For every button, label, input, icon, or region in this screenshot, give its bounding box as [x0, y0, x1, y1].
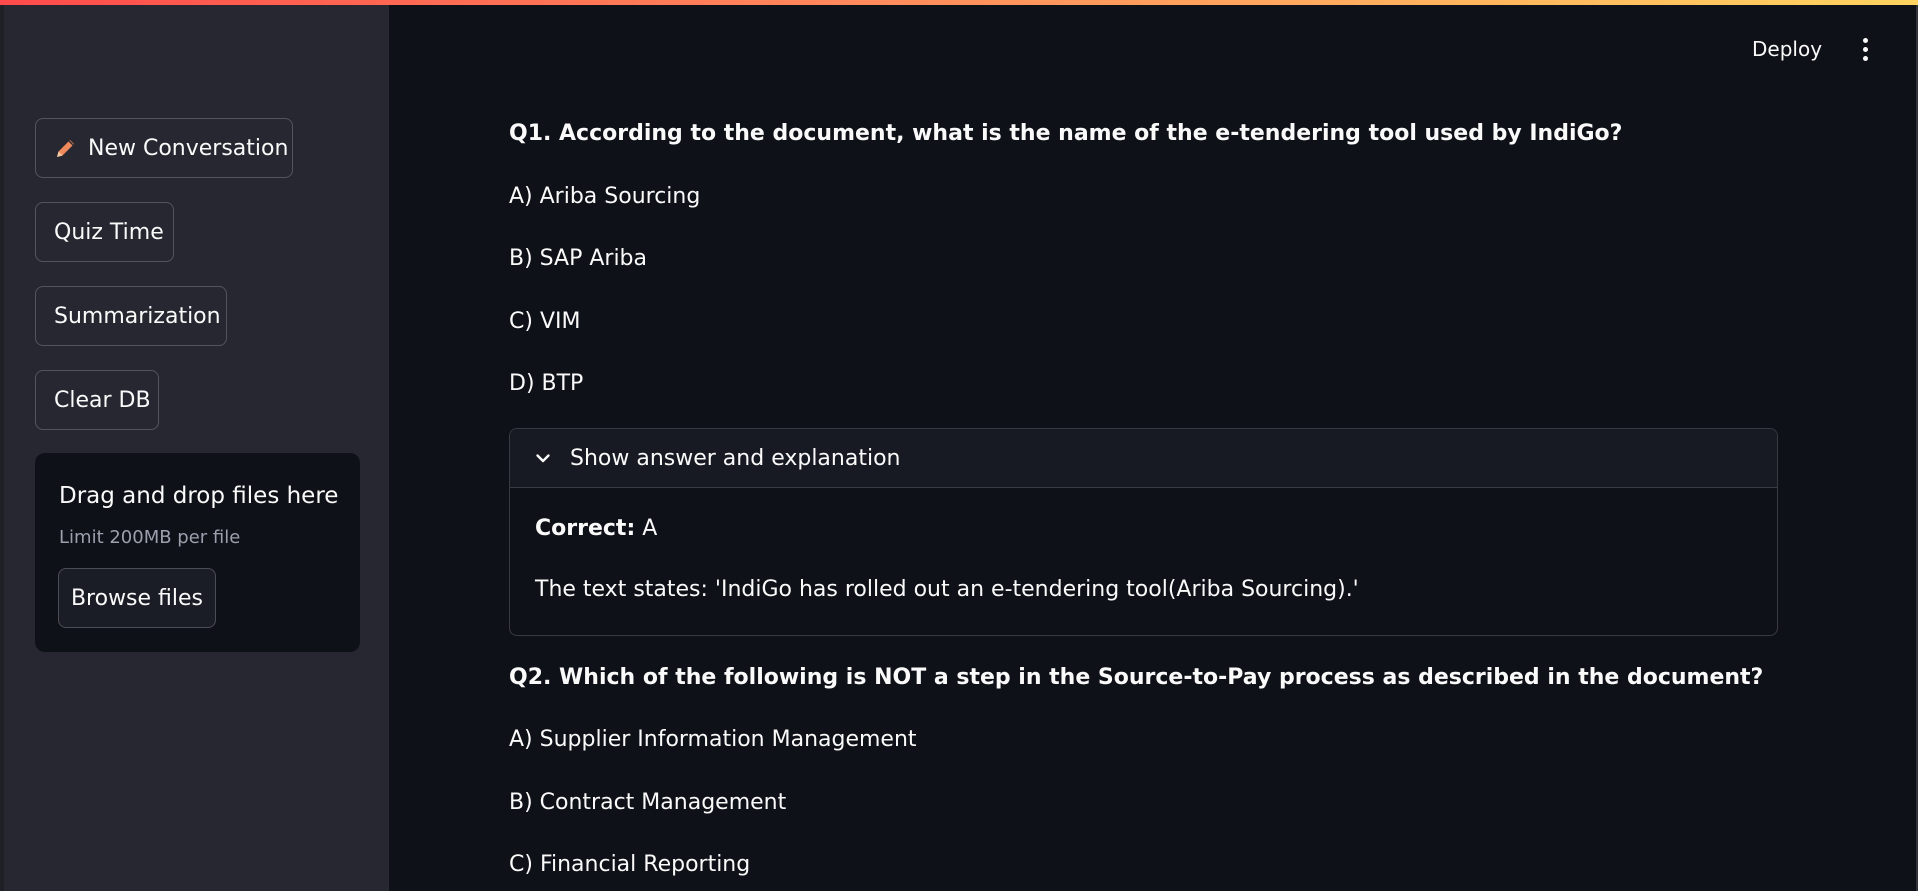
question-1-title: Q1. According to the document, what is t… — [509, 121, 1623, 146]
dropzone-title: Drag and drop files here — [59, 483, 339, 509]
clear-db-label: Clear DB — [54, 387, 151, 413]
answer-expander-toggle[interactable]: Show answer and explanation — [510, 429, 1777, 488]
sidebar: New Conversation Quiz Time Summarization… — [0, 0, 389, 891]
question-2-option-b: B) Contract Management — [509, 790, 787, 815]
top-accent-bar — [0, 0, 1918, 5]
kebab-vertical-icon[interactable] — [1854, 34, 1876, 64]
question-1-option-b: B) SAP Ariba — [509, 246, 648, 271]
question-2-option-a: A) Supplier Information Management — [509, 727, 917, 752]
question-1-option-a: A) Ariba Sourcing — [509, 184, 701, 209]
correct-answer-label: Correct: — [535, 516, 636, 541]
deploy-button[interactable]: Deploy — [1752, 32, 1822, 66]
file-uploader-dropzone[interactable]: Drag and drop files here Limit 200MB per… — [35, 453, 360, 652]
dropzone-limit: Limit 200MB per file — [59, 527, 241, 548]
summarization-button[interactable]: Summarization — [35, 286, 227, 346]
summarization-label: Summarization — [54, 303, 221, 329]
pencil-icon — [54, 136, 78, 160]
question-2-title: Q2. Which of the following is NOT a step… — [509, 665, 1764, 690]
app-window: New Conversation Quiz Time Summarization… — [0, 0, 1918, 891]
question-1-option-d: D) BTP — [509, 371, 584, 396]
quiz-time-button[interactable]: Quiz Time — [35, 202, 174, 262]
clear-db-button[interactable]: Clear DB — [35, 370, 159, 430]
answer-explanation: The text states: 'IndiGo has rolled out … — [535, 577, 1359, 602]
new-conversation-label: New Conversation — [88, 135, 289, 161]
chevron-down-icon — [534, 449, 552, 467]
answer-expander: Show answer and explanation Correct: A T… — [509, 428, 1778, 636]
browse-files-button[interactable]: Browse files — [58, 568, 216, 628]
correct-answer-value: A — [642, 516, 658, 541]
left-window-edge — [0, 0, 4, 891]
question-2-option-c: C) Financial Reporting — [509, 852, 751, 877]
question-1-option-c: C) VIM — [509, 309, 581, 334]
new-conversation-button[interactable]: New Conversation — [35, 118, 293, 178]
quiz-time-label: Quiz Time — [54, 219, 164, 245]
correct-answer: Correct: A — [535, 516, 657, 541]
answer-expander-label: Show answer and explanation — [570, 445, 901, 471]
